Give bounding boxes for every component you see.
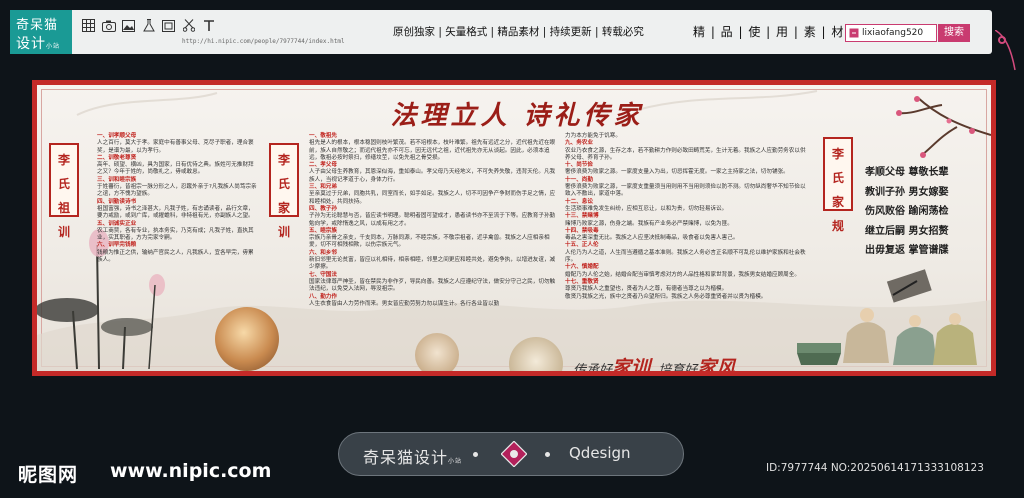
grid-icon[interactable] [80, 18, 97, 33]
family-board: 法理立人 诗礼传家 李氏祖训 李氏家训 李氏家规 一、训孝顺父母 人之百行，莫大于… [32, 80, 996, 376]
precepts-column-1: 一、训孝顺父母 人之百行，莫大于孝。家庭中有善事父母、克尽子职者，理合褒奖，是谱为… [97, 133, 257, 264]
brand-line2: 设计小站 [16, 36, 61, 52]
image-icon[interactable] [120, 18, 137, 33]
rule-line: 教训子孙 男女嫁娶 [865, 186, 949, 198]
rule-line: 继立后嗣 男女招赘 [865, 225, 949, 237]
designer-logo-icon [501, 441, 527, 467]
precepts-column-3: 力为本方能免于饥寒。 九、务农业 农业乃衣食之源，生存之本，若不勤耕力作则必致田畴… [565, 133, 806, 300]
board-canvas: 法理立人 诗礼传家 李氏祖训 李氏家训 李氏家规 一、训孝顺父母 人之百行，莫大于… [37, 85, 991, 371]
watermark-url[interactable]: www.nipic.com [110, 460, 271, 482]
family-rules-list: 孝顺父母 尊敬长辈 教训子孙 男女嫁娶 伤风败俗 踰闲荡检 继立后嗣 男女招赘 … [865, 163, 985, 261]
designer-badge: 奇呆猫设计小站 Qdesign [338, 432, 684, 476]
tool-icons [80, 18, 217, 33]
watermark-logo: 昵图网 [18, 464, 79, 486]
motto: 传承好家训 培育好家风 [573, 357, 736, 371]
rule-line: 伤风败俗 踰闲荡检 [865, 206, 949, 217]
search-value: lixiaofang520 [862, 28, 924, 38]
precepts-column-2: 一、敬祖先 祖先是人的根本，根本稳固则枝叶繁茂。若不培根本，枝叶难繁。祖先有远近之… [309, 133, 556, 307]
designer-name: Qdesign [569, 444, 631, 462]
dot-icon [545, 452, 550, 457]
tag-string [995, 30, 1016, 71]
search-icon [849, 28, 859, 38]
frame-icon[interactable] [160, 18, 177, 33]
camera-icon[interactable] [100, 18, 117, 33]
designer-brand: 奇呆猫设计小站 [363, 448, 463, 467]
rule-line: 出毋复返 掌管谱牒 [865, 245, 949, 256]
plum-blossom-branch [896, 96, 991, 158]
cut-icon[interactable] [180, 18, 197, 33]
category-label: 精 | 品 | 使 | 用 | 素 | 材 [693, 25, 845, 39]
toolbar: 奇呆猫 设计小站 http://hi.nipic.com/people/7977… [10, 10, 1006, 54]
profile-url[interactable]: http://hi.nipic.com/people/7977744/index… [182, 38, 345, 45]
tab-ancestral-precepts: 李氏祖训 [49, 143, 79, 239]
image-id: ID:7977744 NO:20250614171333108123 [766, 462, 984, 474]
tab-family-precepts: 李氏家训 [269, 143, 299, 239]
ox-herder-painting [415, 333, 459, 371]
search-input[interactable]: lixiaofang520 [845, 24, 937, 42]
brand-line1: 奇呆猫 [16, 18, 59, 33]
board-title: 法理立人 诗礼传家 [390, 101, 644, 131]
slogan: 原创独家 | 矢量格式 | 精品素材 | 持续更新 | 转载必究 [393, 26, 644, 38]
filial-piety-painting [215, 307, 279, 371]
text-icon[interactable] [200, 18, 217, 33]
dot-icon [473, 452, 478, 457]
flask-icon[interactable] [140, 18, 157, 33]
rule-line: 孝顺父母 尊敬长辈 [865, 167, 949, 178]
tab-family-rules: 李氏家规 [823, 137, 853, 233]
search-button[interactable]: 搜索 [938, 24, 970, 42]
brand-logo[interactable]: 奇呆猫 设计小站 [10, 10, 72, 54]
